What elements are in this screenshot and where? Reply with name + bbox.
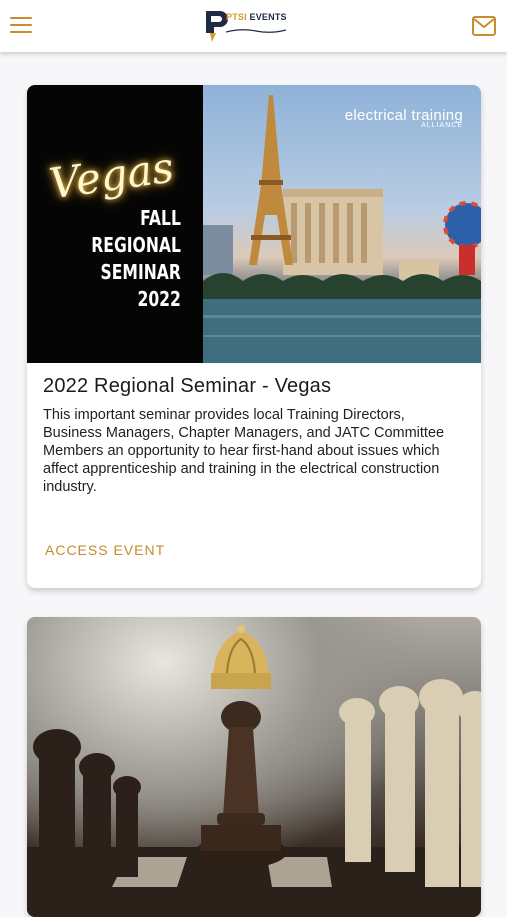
event-title: 2022 Regional Seminar - Vegas [43, 375, 332, 397]
envelope-icon[interactable] [472, 16, 496, 36]
event-description: This important seminar provides local Tr… [43, 407, 445, 495]
event-card: Vegas FALL REGIONAL SEMINAR 2022 electri… [27, 85, 481, 588]
event-image-text-panel: Vegas FALL REGIONAL SEMINAR 2022 [27, 85, 203, 363]
access-event-button[interactable]: ACCESS EVENT [45, 542, 165, 558]
event-image: Vegas FALL REGIONAL SEMINAR 2022 electri… [27, 85, 481, 363]
event-card-body: 2022 Regional Seminar - Vegas This impor… [43, 375, 467, 496]
logo-text: PTSI EVENTS [226, 12, 287, 22]
chess-photo [27, 617, 481, 917]
hamburger-menu-icon[interactable] [10, 17, 32, 37]
app-header: PTSI EVENTS [0, 0, 507, 52]
las-vegas-photo: electrical training ALLIANCE [203, 85, 481, 363]
partner-logo: electrical training ALLIANCE [344, 107, 463, 129]
event-image-script: Vegas [46, 142, 177, 209]
event-image-headline: FALL REGIONAL SEMINAR 2022 [91, 206, 181, 311]
ptsi-events-logo: PTSI EVENTS [202, 8, 298, 46]
event-card [27, 617, 481, 917]
